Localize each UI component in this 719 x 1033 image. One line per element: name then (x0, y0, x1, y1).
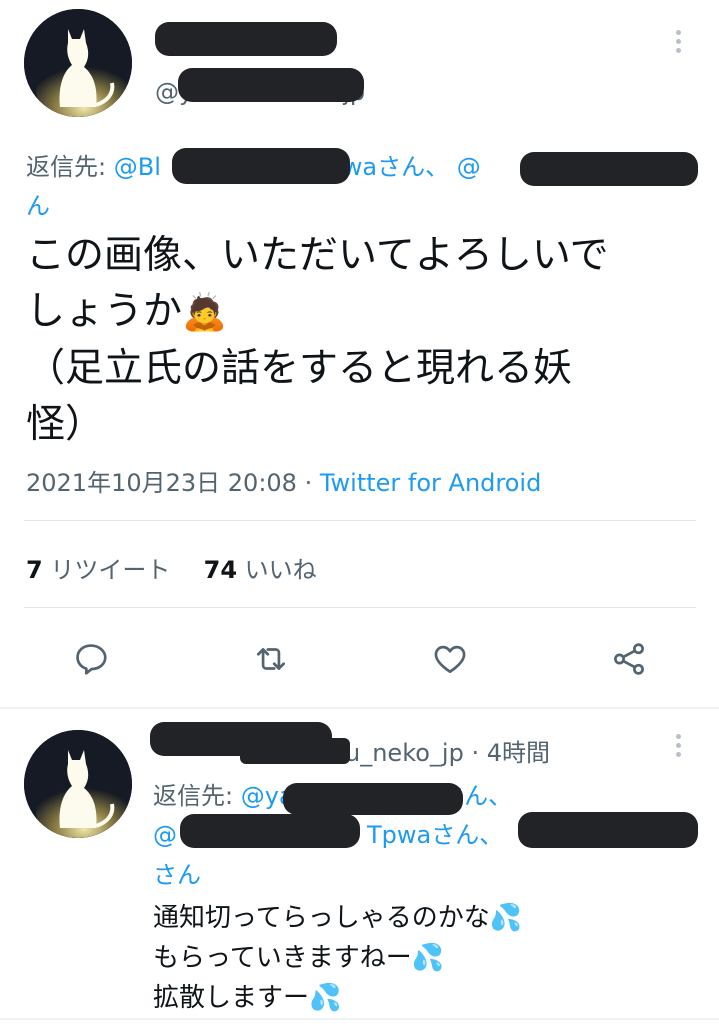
reply-to-line-wrap[interactable]: ん (26, 186, 50, 221)
mention-link-1[interactable]: @Bl (114, 153, 161, 181)
tweet-body: この画像、いただいてよろしいで しょうか🙇 （足立氏の話をすると現れる妖 怪） (26, 228, 696, 453)
reply-icon[interactable] (72, 640, 110, 678)
timestamp[interactable]: 2021年10月23日 20:08 (26, 469, 297, 497)
mention-link-2[interactable]: @ (457, 153, 481, 181)
retweet-icon[interactable] (250, 640, 292, 678)
reply-to-line-4[interactable]: さん (153, 855, 201, 890)
reply-handle[interactable]: u_neko_jp (345, 739, 464, 767)
likes-stat[interactable]: 74 いいね (204, 556, 317, 584)
sweat-emoji: 💦 (309, 983, 342, 1013)
divider-2 (24, 607, 696, 608)
sweat-emoji: 💦 (489, 903, 523, 933)
reply-more-options-icon[interactable] (676, 734, 682, 761)
redacted-display-name (155, 22, 337, 56)
redacted-reply-handle (240, 738, 350, 764)
redacted-mention-2 (520, 152, 698, 186)
client-link[interactable]: Twitter for Android (320, 469, 541, 497)
tweet-line-2: しょうか (26, 289, 183, 334)
tweet-line-1: この画像、いただいてよろしいで (26, 233, 609, 278)
redacted-mention-1 (172, 148, 350, 184)
reply-body: 通知切ってらっしゃるのかな💦 もらっていきますねー💦 拡散しますー💦 (153, 898, 522, 1018)
redacted-handle (178, 68, 364, 102)
bowing-person-emoji: 🙇 (182, 292, 227, 333)
retweets-stat[interactable]: 7 リツイート (26, 556, 170, 584)
reply-author-avatar[interactable] (24, 730, 132, 838)
redacted-reply-mention-3 (518, 812, 698, 848)
author-avatar[interactable] (24, 9, 132, 117)
redacted-reply-mention-2 (180, 814, 360, 848)
reply-line-3: 拡散しますー (153, 983, 310, 1013)
reply-line-1-wrap: 通知切ってらっしゃるのかな💦 (153, 898, 522, 938)
reply-line-3-wrap: 拡散しますー💦 (153, 978, 522, 1018)
reply-header: u_neko_jp · 4時間 (345, 739, 551, 767)
tweet-meta: 2021年10月23日 20:08 · Twitter for Android (26, 469, 542, 497)
tweet-line-2-wrap: しょうか🙇 (26, 284, 696, 341)
tweet-line-3: （足立氏の話をすると現れる妖 (26, 346, 573, 391)
reply-line-2: もらっていきますねー (153, 943, 412, 973)
sweat-emoji: 💦 (411, 943, 445, 973)
share-icon[interactable] (610, 640, 648, 678)
reply-line-1: 通知切ってらっしゃるのかな (153, 903, 490, 933)
like-icon[interactable] (430, 640, 470, 678)
divider-1 (24, 520, 696, 521)
tweet-stats: 7 リツイート 74 いいね (26, 550, 317, 585)
more-options-icon[interactable] (676, 30, 682, 57)
section-divider (0, 707, 719, 709)
bottom-divider (0, 1018, 719, 1020)
reply-line-2-wrap: もらっていきますねー💦 (153, 938, 522, 978)
tweet-line-4: 怪） (26, 402, 105, 447)
redacted-reply-mention (283, 783, 463, 815)
reply-time[interactable]: 4時間 (487, 739, 550, 767)
